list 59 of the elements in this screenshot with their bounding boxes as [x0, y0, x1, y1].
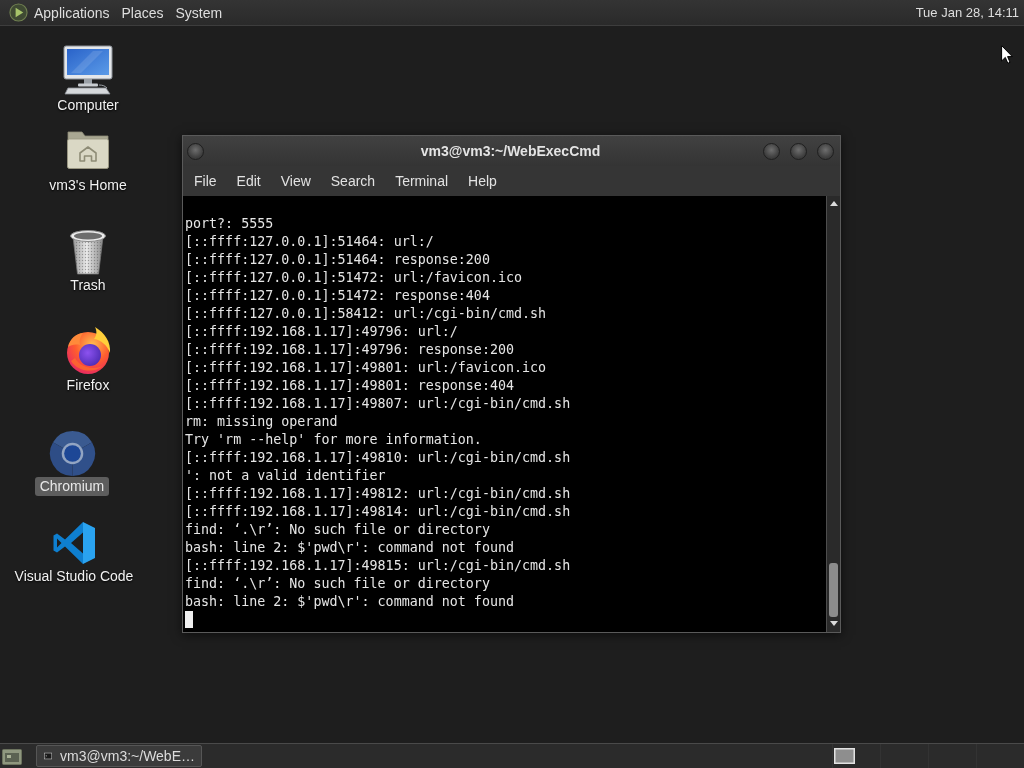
terminal-line: Try 'rm --help' for more information. — [185, 431, 483, 449]
menu-logo-icon[interactable] — [9, 3, 28, 22]
menu-item[interactable]: Terminal — [385, 173, 459, 189]
window-thumbnail-icon — [834, 748, 855, 764]
terminal-line: port?: 5555 — [185, 215, 275, 233]
window-menu-button[interactable] — [187, 142, 204, 160]
desktop-icon-label[interactable]: Chromium — [34, 477, 110, 496]
menu-item[interactable]: File — [184, 173, 227, 189]
terminal-line: [::ffff:192.168.1.17]:49812: url:/cgi-bin/cmd.sh — [185, 485, 572, 503]
window-title: vm3@vm3:~/WebExecCmd — [420, 143, 601, 159]
terminal-line: bash: line 2: $'pwd\r': command not found — [185, 593, 515, 611]
terminal-line: [::ffff:127.0.0.1]:51464: url:/ — [185, 233, 435, 251]
terminal-line: [::ffff:127.0.0.1]:51472: response:404 — [185, 287, 491, 305]
maximize-button[interactable] — [790, 142, 807, 160]
panel-menu-item[interactable]: Places — [115, 4, 170, 21]
text-cursor — [185, 611, 193, 628]
chromium-logo-icon[interactable] — [48, 430, 96, 477]
terminal-line: bash: line 2: $'pwd\r': command not found — [185, 539, 515, 557]
terminal-line: find: ‘.\r’: No such file or directory — [185, 575, 491, 593]
clock[interactable]: Tue Jan 28, 14:11 — [915, 5, 1019, 20]
desktop-icon-label[interactable]: Trash — [65, 276, 111, 295]
minimize-button[interactable] — [763, 142, 780, 160]
mouse-pointer-icon — [1001, 45, 1013, 64]
terminal-line: [::ffff:127.0.0.1]:51472: url:/favicon.ico — [185, 269, 524, 287]
scroll-up-icon[interactable] — [829, 201, 838, 206]
desktop-icon-label[interactable]: Firefox — [61, 376, 115, 395]
scrollbar-thumb[interactable] — [829, 563, 838, 617]
terminal-line: [::ffff:192.168.1.17]:49801: url:/favicon.ico — [185, 359, 548, 377]
menu-item[interactable]: View — [270, 173, 321, 189]
terminal-line: find: ‘.\r’: No such file or directory — [185, 521, 491, 539]
terminal-line: rm: missing operand — [185, 413, 339, 431]
terminal-line: [::ffff:192.168.1.17]:49815: url:/cgi-bin/cmd.sh — [185, 557, 572, 575]
panel-menu-item[interactable]: System — [169, 4, 229, 21]
menu-item[interactable]: Search — [320, 173, 386, 189]
desktop-icon-label[interactable]: Visual Studio Code — [9, 567, 139, 586]
terminal-line: [::ffff:192.168.1.17]:49807: url:/cgi-bin/cmd.sh — [185, 395, 572, 413]
terminal-line: [::ffff:127.0.0.1]:58412: url:/cgi-bin/cmd.sh — [185, 305, 548, 323]
desktop-icon-label[interactable]: vm3's Home — [44, 176, 132, 195]
home-folder-icon[interactable] — [66, 128, 110, 170]
terminal-line: [::ffff:192.168.1.17]:49814: url:/cgi-bin/cmd.sh — [185, 503, 572, 521]
panel-menu-item[interactable]: Applications — [28, 4, 116, 21]
close-button[interactable] — [817, 142, 834, 160]
menu-item[interactable]: Help — [458, 173, 507, 189]
terminal-line: [::ffff:192.168.1.17]:49801: response:404 — [185, 377, 515, 395]
terminal-line: [::ffff:192.168.1.17]:49796: url:/ — [185, 323, 459, 341]
vscode-logo-icon[interactable] — [52, 521, 96, 565]
terminal-icon — [44, 750, 53, 762]
taskbar-button[interactable]: vm3@vm3:~/WebE… — [36, 745, 202, 767]
desktop-icon-label[interactable]: Computer — [52, 96, 124, 115]
terminal-line: ': not a valid identifier — [185, 467, 387, 485]
menu-item[interactable]: Edit — [226, 173, 271, 189]
terminal-line: [::ffff:192.168.1.17]:49810: url:/cgi-bin/cmd.sh — [185, 449, 572, 467]
scrollbar[interactable] — [826, 196, 840, 632]
terminal-line: [::ffff:127.0.0.1]:51464: response:200 — [185, 251, 491, 269]
computer-icon[interactable] — [63, 45, 113, 95]
trash-icon[interactable] — [69, 229, 107, 275]
show-desktop-icon[interactable] — [2, 747, 22, 765]
terminal-line: [::ffff:192.168.1.17]:49796: response:200 — [185, 341, 515, 359]
scroll-down-icon[interactable] — [829, 621, 838, 626]
